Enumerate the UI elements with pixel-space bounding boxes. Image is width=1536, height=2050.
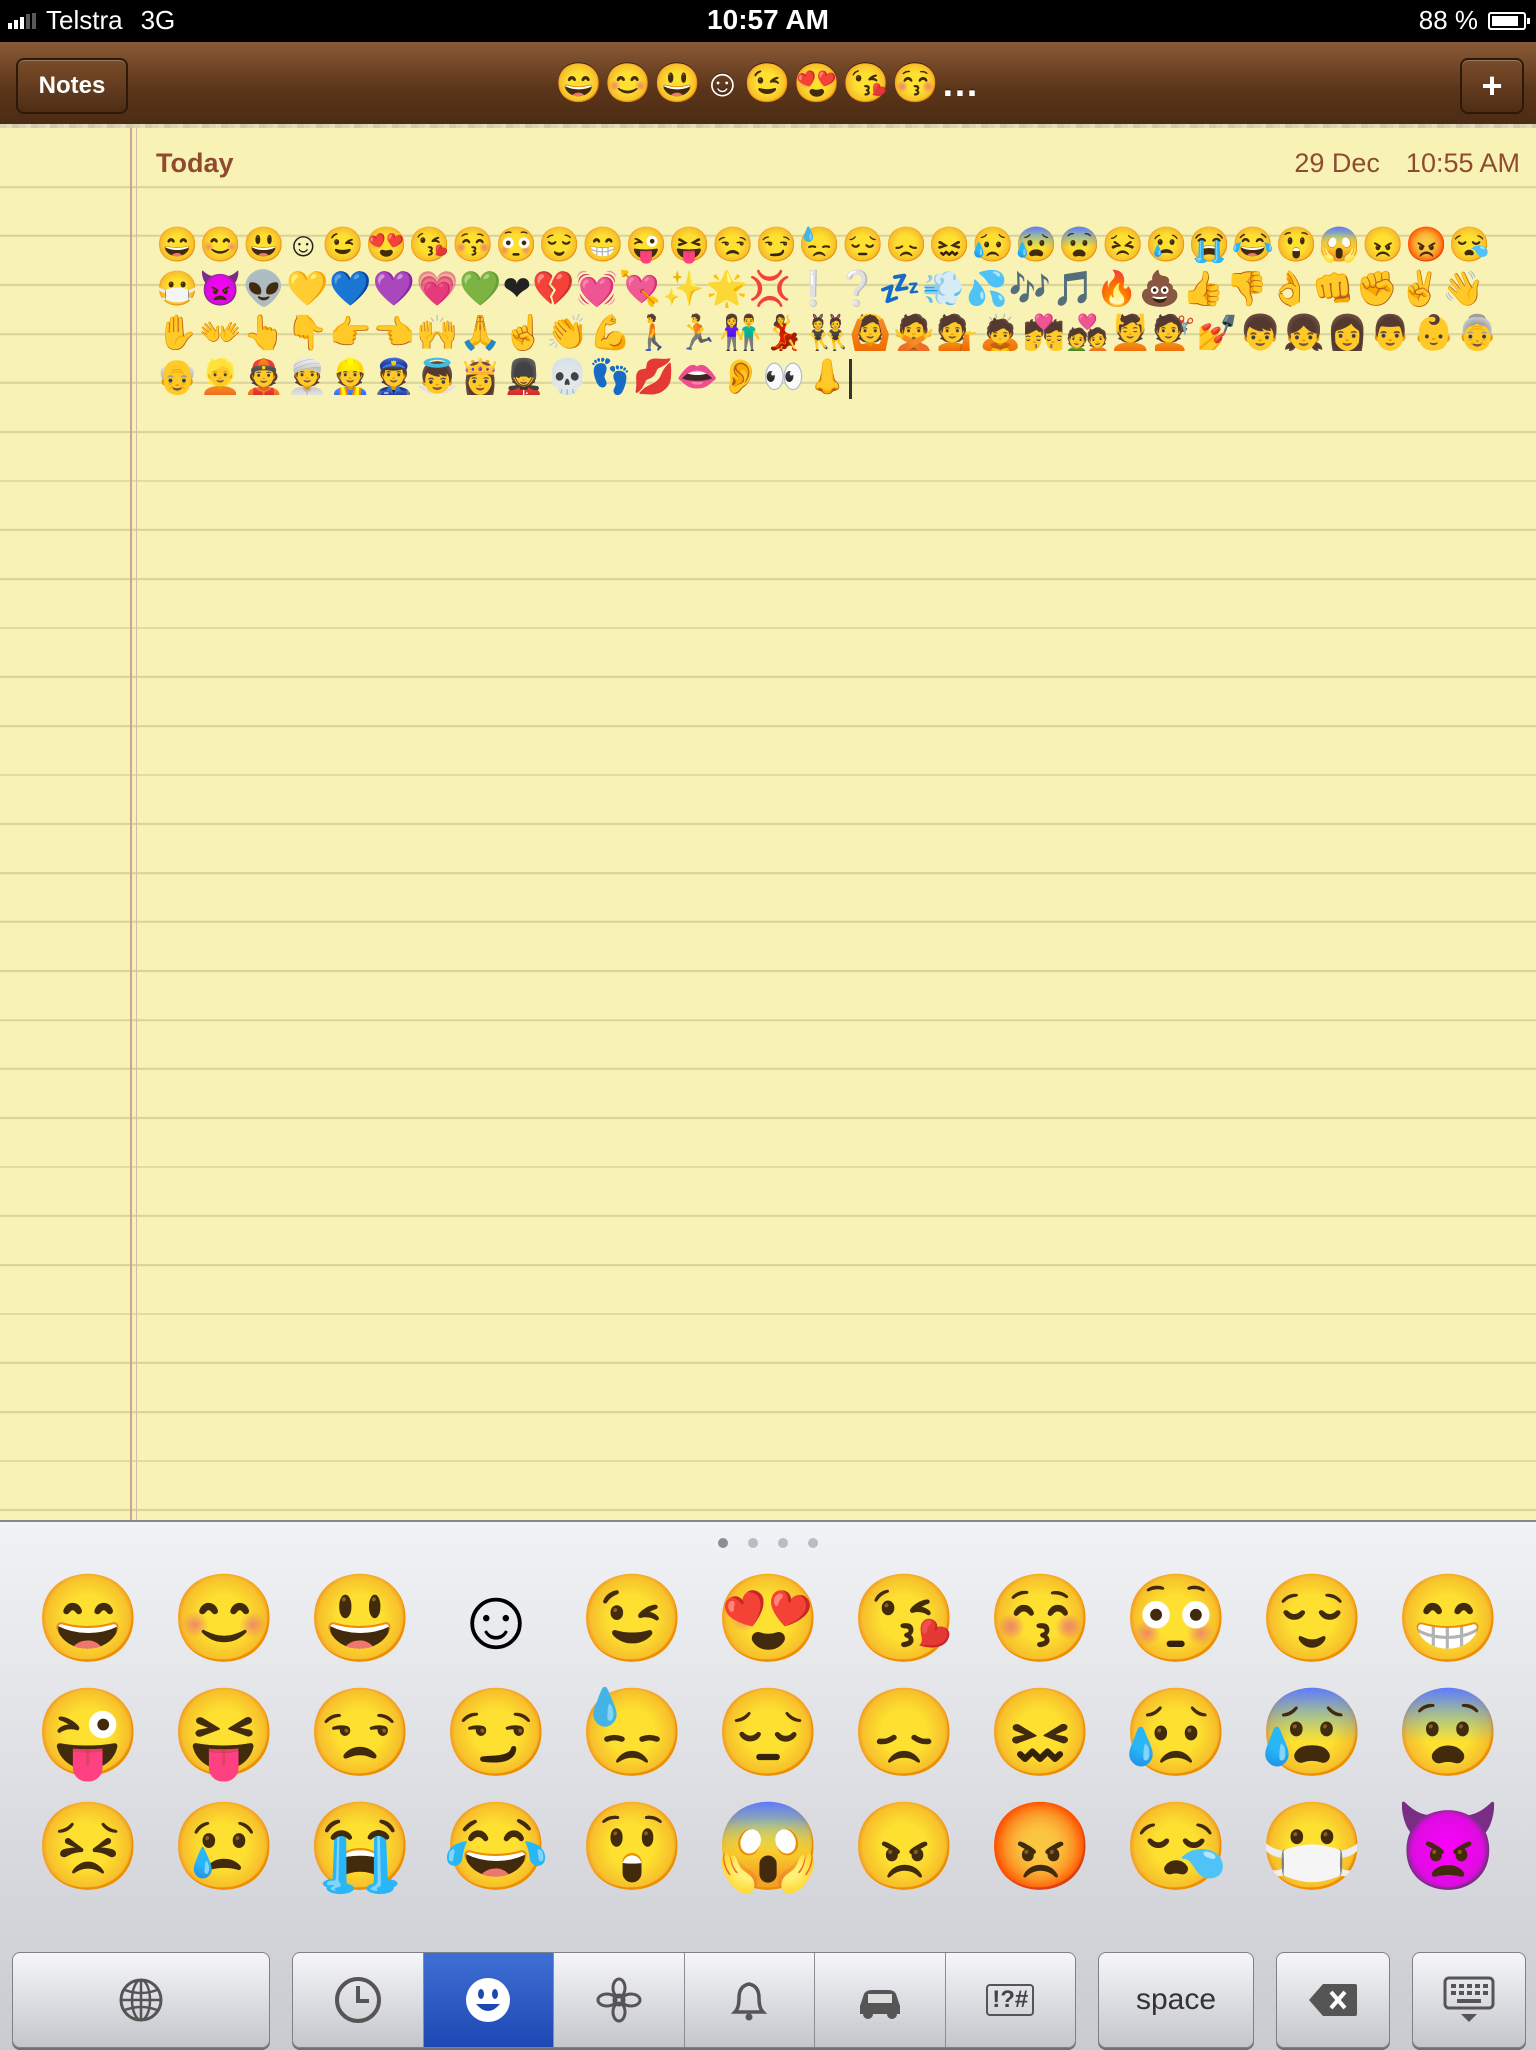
emoji-key[interactable]: 😒 bbox=[306, 1683, 413, 1783]
smiley-icon bbox=[466, 1978, 511, 2022]
emoji-key[interactable]: 😄 bbox=[34, 1569, 141, 1669]
note-datestamp: 29 Dec 10:55 AM bbox=[1294, 148, 1520, 179]
navigation-bar: Notes 😄😊😃☺😉😍😘😚… + bbox=[0, 42, 1536, 138]
car-icon bbox=[859, 1990, 900, 2019]
page-dot bbox=[718, 1538, 728, 1548]
note-date: 29 Dec bbox=[1294, 148, 1380, 178]
keyboard-hide-icon bbox=[1443, 1976, 1495, 2022]
battery-percent: 88 % bbox=[1418, 5, 1478, 35]
emoji-key[interactable]: 😚 bbox=[986, 1569, 1093, 1669]
delete-key[interactable] bbox=[1276, 1952, 1390, 2048]
space-key[interactable]: space bbox=[1098, 1952, 1254, 2048]
emoji-key[interactable]: 😃 bbox=[306, 1569, 413, 1669]
text-cursor bbox=[849, 359, 853, 400]
emoji-key[interactable]: 😳 bbox=[1122, 1569, 1229, 1669]
status-time: 10:57 AM bbox=[707, 4, 829, 35]
emoji-key[interactable]: 😔 bbox=[714, 1683, 821, 1783]
emoji-key[interactable]: 😡 bbox=[986, 1797, 1093, 1897]
emoji-key-grid: 😄 😊 😃 ☺ 😉 😍 😘 😚 😳 😌 😁 😜 😝 😒 😏 😓 😔 😞 😖 😥 😰 😨 😣 😢 😭 😂 😲 😱 😠 😡 😪 😷 👿 bbox=[20, 1562, 1516, 1904]
keyboard-bottom-bar: !?# space bbox=[0, 1932, 1536, 2050]
emoji-key[interactable]: 😱 bbox=[714, 1797, 821, 1897]
emoji-key[interactable]: 😓 bbox=[578, 1683, 685, 1783]
emoji-key[interactable]: 😷 bbox=[1258, 1797, 1365, 1897]
emoji-key[interactable]: 😲 bbox=[578, 1797, 685, 1897]
emoji-key[interactable]: 😨 bbox=[1394, 1683, 1501, 1783]
hide-keyboard-key[interactable] bbox=[1412, 1952, 1526, 2048]
page-indicator bbox=[0, 1538, 1536, 1548]
page-dot bbox=[808, 1538, 818, 1548]
emoji-key[interactable]: 😂 bbox=[442, 1797, 549, 1897]
emoji-keyboard: 😄 😊 😃 ☺ 😉 😍 😘 😚 😳 😌 😁 😜 😝 😒 😏 😓 😔 😞 😖 😥 😰 😨 😣 😢 😭 😂 😲 😱 😠 😡 😪 😷 👿 bbox=[0, 1520, 1536, 2050]
flower-icon bbox=[596, 1977, 642, 2023]
emoji-key[interactable]: 😉 bbox=[578, 1569, 685, 1669]
emoji-key[interactable]: 😖 bbox=[986, 1683, 1093, 1783]
margin-line bbox=[130, 128, 137, 1520]
emoji-key[interactable]: 😏 bbox=[442, 1683, 549, 1783]
globe-key[interactable] bbox=[12, 1952, 270, 2048]
note-title: 😄😊😃☺😉😍😘😚… bbox=[555, 63, 981, 105]
globe-icon bbox=[119, 1978, 163, 2022]
bell-icon bbox=[731, 1982, 768, 2021]
emoji-category-bar: !?# bbox=[292, 1952, 1076, 2048]
note-text-area[interactable]: 😄😊😃☺😉😍😘😚😳😌😁😜😝😒😏😓😔😞😖😥😰😨😣😢😭😂😲😱😠😡😪😷👿👽💛💙💜💗💚❤… bbox=[156, 223, 1526, 400]
category-nature-tab[interactable] bbox=[554, 1953, 685, 2047]
emoji-key[interactable]: 😘 bbox=[850, 1569, 957, 1669]
emoji-key[interactable]: 😌 bbox=[1258, 1569, 1365, 1669]
page-dot bbox=[748, 1538, 758, 1548]
emoji-key[interactable]: 😭 bbox=[306, 1797, 413, 1897]
category-objects-tab[interactable] bbox=[684, 1953, 815, 2047]
note-time: 10:55 AM bbox=[1405, 148, 1520, 178]
emoji-key[interactable]: 😠 bbox=[850, 1797, 957, 1897]
add-note-button[interactable]: + bbox=[1460, 58, 1524, 114]
emoji-key[interactable]: 😰 bbox=[1258, 1683, 1365, 1783]
emoji-key[interactable]: 😥 bbox=[1122, 1683, 1229, 1783]
backspace-icon bbox=[1309, 1984, 1357, 2016]
emoji-key[interactable]: 😣 bbox=[34, 1797, 141, 1897]
note-paper[interactable]: Today 29 Dec 10:55 AM 😄😊😃☺😉😍😘😚😳😌😁😜😝😒😏😓😔😞😖… bbox=[0, 128, 1536, 1520]
category-symbols-tab[interactable]: !?# bbox=[945, 1953, 1075, 2047]
emoji-key[interactable]: 😁 bbox=[1394, 1569, 1501, 1669]
note-body-text: 😄😊😃☺😉😍😘😚😳😌😁😜😝😒😏😓😔😞😖😥😰😨😣😢😭😂😲😱😠😡😪😷👿👽💛💙💜💗💚❤… bbox=[156, 226, 1500, 396]
emoji-key[interactable]: 😜 bbox=[34, 1683, 141, 1783]
category-places-tab[interactable] bbox=[815, 1953, 946, 2047]
emoji-key[interactable]: 😝 bbox=[170, 1683, 277, 1783]
emoji-key[interactable]: 😢 bbox=[170, 1797, 277, 1897]
status-bar: Telstra 3G 10:57 AM 88 % bbox=[0, 0, 1536, 42]
clock-icon bbox=[334, 1977, 381, 2023]
note-day-label: Today bbox=[156, 148, 234, 178]
emoji-key[interactable]: 😊 bbox=[170, 1569, 277, 1669]
category-recent-tab[interactable] bbox=[293, 1953, 424, 2047]
emoji-key[interactable]: 😍 bbox=[714, 1569, 821, 1669]
page-dot bbox=[778, 1538, 788, 1548]
emoji-key[interactable]: ☺ bbox=[452, 1569, 540, 1669]
emoji-key[interactable]: 👿 bbox=[1394, 1797, 1501, 1897]
battery-icon bbox=[1488, 11, 1530, 30]
symbols-icon: !?# bbox=[986, 1984, 1035, 2016]
emoji-key[interactable]: 😞 bbox=[850, 1683, 957, 1783]
category-people-tab[interactable] bbox=[423, 1953, 554, 2047]
emoji-key[interactable]: 😪 bbox=[1122, 1797, 1229, 1897]
